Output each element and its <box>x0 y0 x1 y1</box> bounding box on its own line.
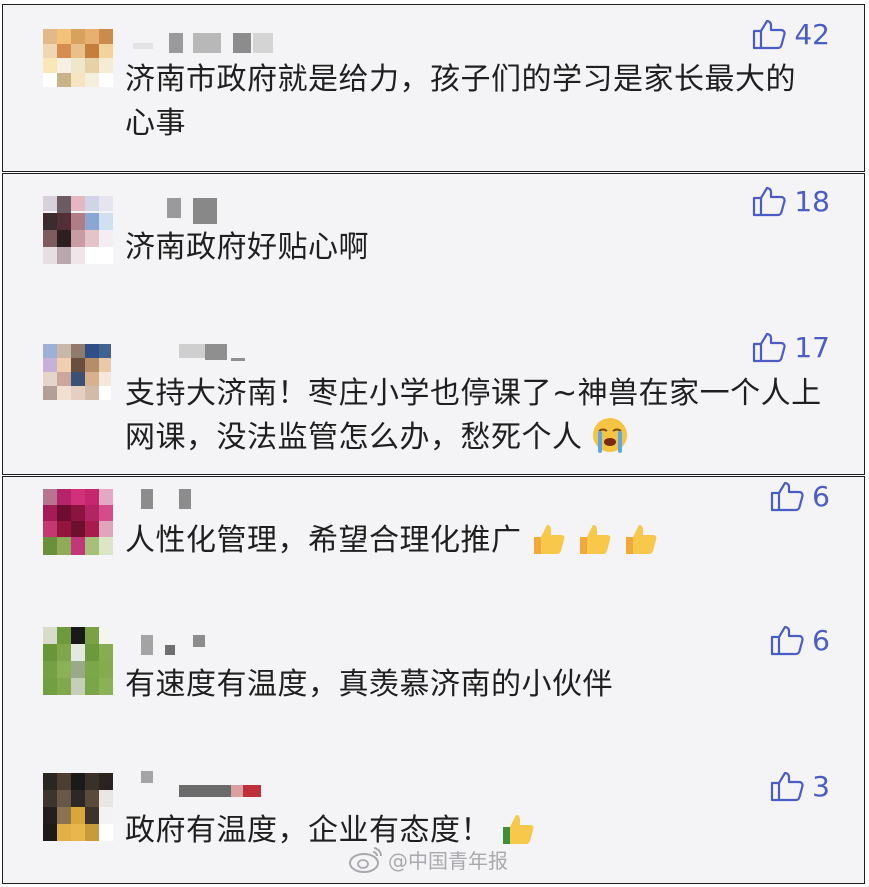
comment-panel-1: 济南市政府就是给力，孩子们的学习是家长最大的心事 42 <box>2 4 865 172</box>
avatar[interactable] <box>43 627 113 695</box>
like-count: 3 <box>812 769 830 803</box>
comment-text: 济南政府好贴心啊 <box>125 230 369 265</box>
thumbs-up-icon <box>576 519 614 557</box>
like-count: 17 <box>794 330 830 364</box>
comment-panel-2: 济南政府好贴心啊 18 支持大济南！枣庄小学也停课了~神兽在家一个人上网课，没法… <box>2 173 865 475</box>
comment-panel-3: 人性化管理，希望合理化推广 6 有速度有温度，真羡慕济南的小伙伴 6 政府有温度… <box>2 476 865 884</box>
comment-text-content: 政府有温度，企业有态度！ <box>125 813 491 848</box>
avatar[interactable] <box>43 344 111 400</box>
comment-text-content: 支持大济南！枣庄小学也停课了~神兽在家一个人上网课，没法监管怎么办，愁死个人 <box>125 376 822 455</box>
avatar[interactable] <box>43 489 113 555</box>
like-button[interactable]: 3 <box>770 769 830 803</box>
like-button[interactable]: 42 <box>752 17 830 51</box>
comment-text: 人性化管理，希望合理化推广 <box>125 519 825 563</box>
like-count: 18 <box>794 184 830 218</box>
thumbs-up-outline-icon <box>771 481 804 512</box>
comment-text: 支持大济南！枣庄小学也停课了~神兽在家一个人上网课，没法监管怎么办，愁死个人 <box>125 372 825 460</box>
like-button[interactable]: 6 <box>770 479 830 513</box>
like-button[interactable]: 18 <box>752 184 830 218</box>
thumbs-up-outline-icon <box>771 771 804 802</box>
like-button[interactable]: 17 <box>752 330 830 364</box>
thumbs-up-icon <box>499 809 537 847</box>
like-count: 6 <box>812 623 830 657</box>
thumbs-up-icon <box>530 519 568 557</box>
like-count: 42 <box>794 17 830 51</box>
watermark-text: @中国青年报 <box>388 848 508 873</box>
loudly-crying-face-icon <box>591 416 629 454</box>
thumbs-up-outline-icon <box>753 186 786 217</box>
weibo-icon <box>349 847 383 873</box>
avatar[interactable] <box>43 196 113 264</box>
thumbs-up-icon <box>622 519 660 557</box>
like-button[interactable]: 6 <box>770 623 830 657</box>
like-count: 6 <box>812 479 830 513</box>
thumbs-up-outline-icon <box>753 19 786 50</box>
comment-text: 济南市政府就是给力，孩子们的学习是家长最大的心事 <box>125 62 796 141</box>
source-watermark: @中国青年报 <box>348 844 508 874</box>
comment-text: 有速度有温度，真羡慕济南的小伙伴 <box>125 667 613 702</box>
avatar[interactable] <box>43 29 113 87</box>
thumbs-up-outline-icon <box>771 625 804 656</box>
avatar[interactable] <box>43 773 113 841</box>
comment-text-content: 人性化管理，希望合理化推广 <box>125 523 522 558</box>
thumbs-up-outline-icon <box>753 332 786 363</box>
